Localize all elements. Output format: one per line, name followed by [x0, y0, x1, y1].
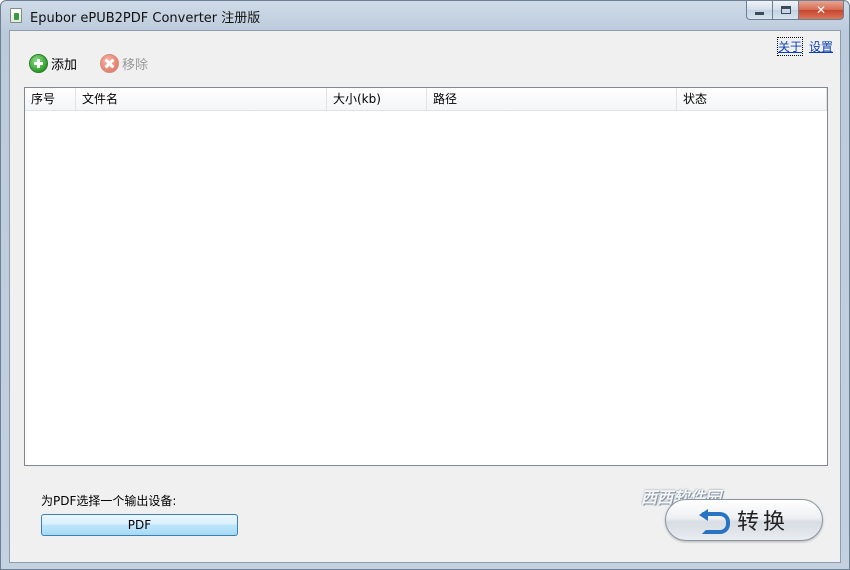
window-title: Epubor ePUB2PDF Converter 注册版: [30, 11, 261, 26]
maximize-icon: [780, 6, 791, 14]
add-button[interactable]: 添加: [29, 54, 77, 73]
toolbar: 添加 移除: [29, 54, 148, 73]
title-bar[interactable]: Epubor ePUB2PDF Converter 注册版 ✕: [1, 1, 849, 30]
file-list-header: 序号 文件名 大小(kb) 路径 状态: [25, 88, 827, 111]
column-header-index[interactable]: 序号: [25, 88, 76, 111]
remove-button[interactable]: 移除: [100, 54, 148, 73]
minimize-icon: [755, 11, 764, 15]
about-link[interactable]: 关于: [776, 37, 803, 56]
file-list[interactable]: 序号 文件名 大小(kb) 路径 状态: [24, 87, 828, 466]
column-header-path[interactable]: 路径: [427, 88, 677, 111]
close-icon: ✕: [815, 3, 827, 17]
output-device-label: 为PDF选择一个输出设备:: [41, 494, 177, 508]
close-button[interactable]: ✕: [799, 1, 844, 20]
convert-arrow-icon: [698, 509, 730, 534]
convert-button-label: 转换: [736, 510, 789, 535]
output-device-select[interactable]: PDF: [41, 514, 238, 536]
maximize-button[interactable]: [773, 1, 799, 20]
convert-button[interactable]: 转换: [665, 499, 823, 541]
column-header-size[interactable]: 大小(kb): [327, 88, 427, 111]
add-button-label: 添加: [51, 58, 78, 73]
remove-button-label: 移除: [122, 58, 149, 73]
app-logo-icon: [10, 8, 22, 23]
remove-circle-icon: [100, 54, 120, 73]
plus-circle-icon: [29, 54, 48, 73]
main-panel: 关于 设置 添加 移除 序号 文件名 大小(kb) 路径 状态 为PDF选择一个…: [9, 30, 841, 563]
window-controls: ✕: [746, 1, 844, 21]
column-header-filename[interactable]: 文件名: [76, 88, 327, 111]
column-header-status[interactable]: 状态: [677, 88, 827, 111]
header-links: 关于 设置: [776, 37, 833, 56]
settings-link[interactable]: 设置: [809, 38, 833, 55]
minimize-button[interactable]: [746, 1, 773, 20]
app-window: Epubor ePUB2PDF Converter 注册版 ✕ 关于 设置 添加…: [0, 0, 850, 570]
